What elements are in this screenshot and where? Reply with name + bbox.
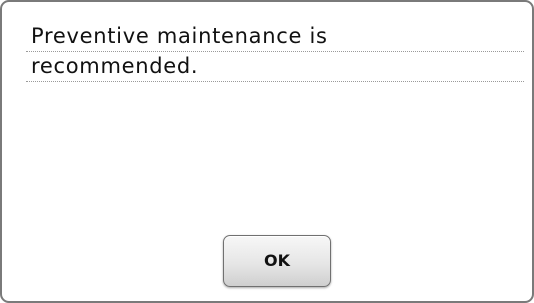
ok-button[interactable]: OK bbox=[223, 235, 331, 287]
maintenance-dialog: Preventive maintenance is recommended. O… bbox=[0, 0, 534, 303]
message-line-1: Preventive maintenance is bbox=[26, 22, 524, 52]
message-line-2: recommended. bbox=[26, 52, 524, 82]
dialog-message: Preventive maintenance is recommended. bbox=[26, 22, 524, 82]
